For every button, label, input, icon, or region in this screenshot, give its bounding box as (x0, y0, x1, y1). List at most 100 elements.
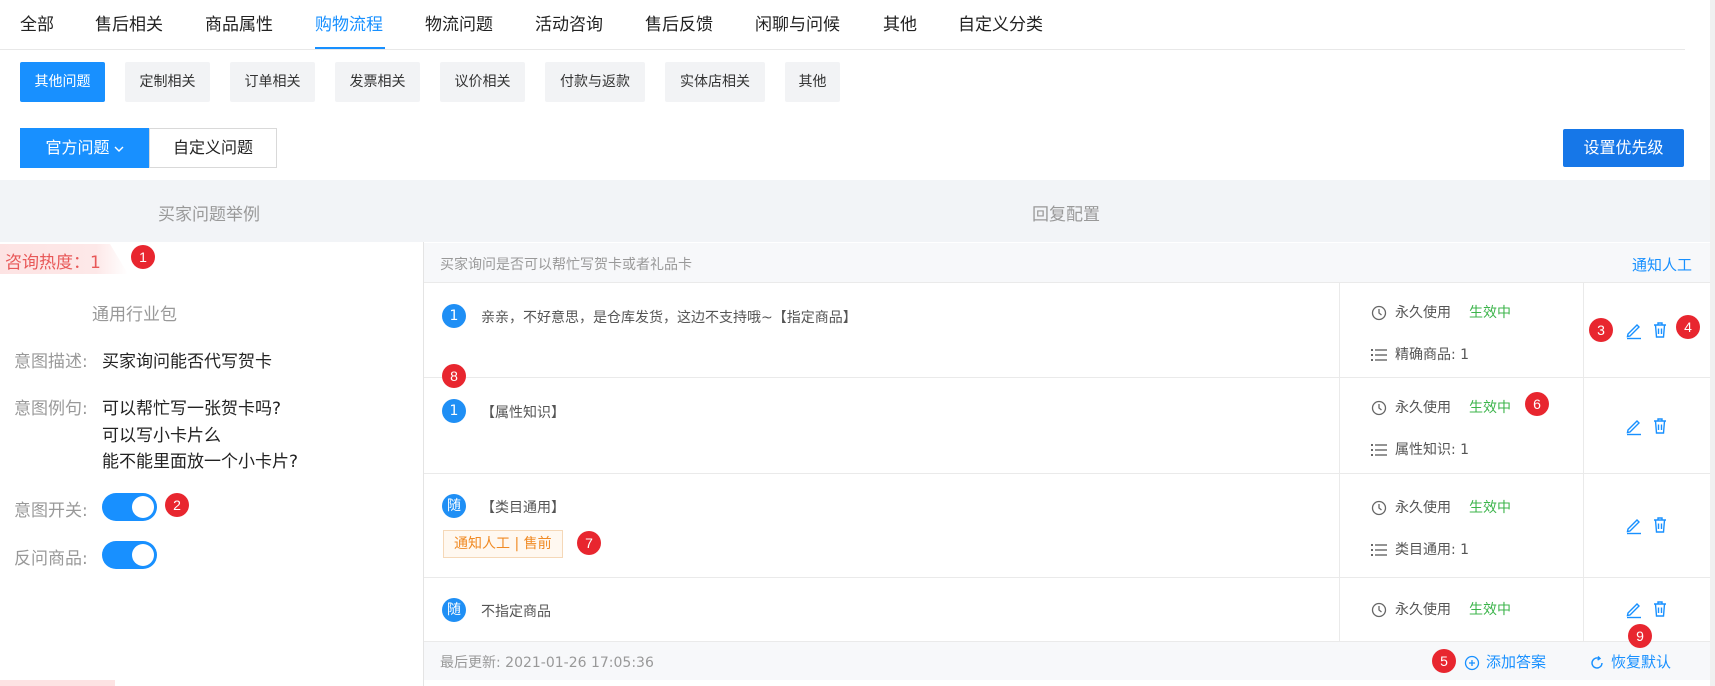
intent-example: 可以写小卡片么 (102, 426, 221, 446)
active-tab-indicator (315, 47, 385, 49)
row-column-divider (1339, 283, 1340, 642)
answer-row: 1 【属性知识】 永久使用 生效中 属性知识: 1 (424, 378, 1710, 474)
tab-other[interactable]: 其他 (883, 10, 917, 35)
category-tabs: 全部 售后相关 商品属性 购物流程 物流问题 活动咨询 售后反馈 闲聊与问候 其… (0, 0, 1685, 50)
status-active: 生效中 (1469, 400, 1511, 416)
tab-all[interactable]: 全部 (20, 10, 54, 35)
header-reply-config: 回复配置 (1032, 205, 1100, 225)
intent-switch[interactable] (102, 493, 157, 521)
chip-other-questions[interactable]: 其他问题 (20, 62, 105, 102)
scope-info: 属性知识: 1 (1371, 439, 1469, 459)
edit-icon[interactable] (1624, 320, 1644, 340)
intent-examples-label: 意图例句: (14, 399, 88, 419)
intent-switch-label: 意图开关: (14, 501, 88, 521)
tab-custom-category[interactable]: 自定义分类 (958, 10, 1043, 35)
industry-package: 通用行业包 (92, 305, 177, 325)
usage-info: 永久使用 生效中 (1371, 497, 1511, 517)
trash-icon[interactable] (1650, 416, 1670, 436)
set-priority-button[interactable]: 设置优先级 (1563, 129, 1684, 167)
heat-badge: 咨询热度：1 (0, 244, 128, 274)
marker-8: 8 (442, 364, 466, 388)
marker-6: 6 (1525, 392, 1549, 416)
chip-orders[interactable]: 订单相关 (230, 62, 315, 102)
answer-text: 亲亲，不好意思，是仓库发货，这边不支持哦~【指定商品】 (481, 310, 857, 326)
marker-3: 3 (1589, 318, 1613, 342)
switch-knob (132, 496, 154, 518)
answer-row: 随 【类目通用】 通知人工 | 售前 永久使用 生效中 类目通用: 1 (424, 474, 1710, 578)
edit-icon[interactable] (1624, 515, 1644, 535)
usage-text: 永久使用 (1395, 400, 1451, 416)
table-header: 买家问题举例 回复配置 (0, 180, 1715, 242)
refresh-icon (1591, 655, 1603, 669)
answer-text: 不指定商品 (481, 604, 551, 620)
reverse-product-switch[interactable] (102, 541, 157, 569)
chip-payment-refund[interactable]: 付款与返款 (545, 62, 645, 102)
answer-order-badge: 1 (442, 399, 466, 423)
marker-1: 1 (131, 245, 155, 269)
chip-customization[interactable]: 定制相关 (125, 62, 210, 102)
usage-info: 永久使用 生效中 (1371, 599, 1511, 619)
chip-other[interactable]: 其他 (785, 62, 840, 102)
scope-text: 类目通用: 1 (1395, 542, 1470, 558)
heat-text: 咨询热度：1 (5, 253, 101, 273)
chevron-down-icon (114, 146, 123, 152)
list-icon (1371, 349, 1387, 361)
usage-info: 永久使用 生效中 (1371, 397, 1511, 417)
restore-default-label: 恢复默认 (1611, 653, 1672, 671)
usage-text: 永久使用 (1395, 500, 1451, 516)
intent-example: 可以帮忙写一张贺卡吗? (102, 399, 282, 419)
marker-4: 4 (1676, 315, 1700, 339)
edit-icon[interactable] (1624, 416, 1644, 436)
chip-physical-store[interactable]: 实体店相关 (665, 62, 765, 102)
official-questions-dropdown[interactable]: 官方问题 (20, 128, 150, 168)
clock-icon (1371, 500, 1387, 516)
chip-bargaining[interactable]: 议价相关 (440, 62, 525, 102)
scope-info: 精确商品: 1 (1371, 344, 1469, 364)
intent-desc-label: 意图描述: (14, 352, 88, 372)
marker-2: 2 (165, 493, 189, 517)
scope-info: 类目通用: 1 (1371, 539, 1469, 559)
tab-product-attributes[interactable]: 商品属性 (205, 10, 273, 35)
answer-text: 【属性知识】 (481, 405, 565, 421)
plus-circle-icon (1464, 655, 1480, 670)
notify-human-link[interactable]: 通知人工 (1632, 254, 1692, 275)
chip-invoice[interactable]: 发票相关 (335, 62, 420, 102)
tab-after-sales[interactable]: 售后相关 (95, 10, 163, 35)
marker-7: 7 (577, 531, 601, 555)
tab-promotions[interactable]: 活动咨询 (535, 10, 603, 35)
next-heat-badge-edge (0, 680, 115, 686)
answer-row: 1 亲亲，不好意思，是仓库发货，这边不支持哦~【指定商品】 永久使用 生效中 精确… (424, 283, 1710, 378)
answer-text: 【类目通用】 (481, 500, 565, 516)
answer-order-badge: 随 (442, 494, 466, 518)
usage-text: 永久使用 (1395, 602, 1451, 618)
trash-icon[interactable] (1650, 515, 1670, 535)
answer-row: 随 不指定商品 永久使用 生效中 (424, 578, 1710, 642)
question-text: 买家询问是否可以帮忙写贺卡或者礼品卡 (440, 257, 692, 273)
question-bar: 买家询问是否可以帮忙写贺卡或者礼品卡 通知人工 (424, 243, 1710, 283)
answer-order-badge: 随 (442, 598, 466, 622)
tab-logistics[interactable]: 物流问题 (425, 10, 493, 35)
edit-icon[interactable] (1624, 599, 1644, 619)
last-updated: 最后更新: 2021-01-26 17:05:36 (440, 655, 654, 671)
scrollbar[interactable] (1710, 0, 1715, 686)
add-answer-button[interactable]: 添加答案 (1464, 651, 1546, 672)
custom-questions-button[interactable]: 自定义问题 (149, 128, 277, 168)
answers-footer: 最后更新: 2021-01-26 17:05:36 添加答案 恢复默认 (424, 642, 1710, 680)
trash-icon[interactable] (1650, 599, 1670, 619)
list-icon (1371, 444, 1387, 456)
trash-icon[interactable] (1650, 320, 1670, 340)
restore-default-button[interactable]: 恢复默认 (1589, 651, 1671, 672)
tab-chitchat[interactable]: 闲聊与问候 (755, 10, 840, 35)
status-active: 生效中 (1469, 305, 1511, 321)
marker-9: 9 (1628, 624, 1652, 648)
list-icon (1371, 544, 1387, 556)
usage-text: 永久使用 (1395, 305, 1451, 321)
clock-icon (1371, 400, 1387, 416)
tab-after-sales-feedback[interactable]: 售后反馈 (645, 10, 713, 35)
usage-info: 永久使用 生效中 (1371, 302, 1511, 322)
clock-icon (1371, 305, 1387, 321)
row-column-divider (1583, 283, 1584, 642)
scope-text: 精确商品: 1 (1395, 347, 1470, 363)
official-questions-label: 官方问题 (45, 138, 110, 157)
tab-shopping-process[interactable]: 购物流程 (315, 10, 383, 35)
